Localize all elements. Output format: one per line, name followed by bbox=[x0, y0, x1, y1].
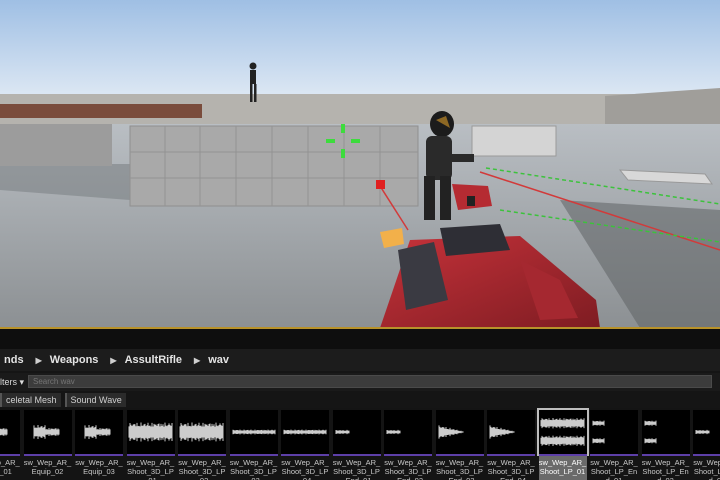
asset-thumbnail bbox=[75, 410, 123, 454]
asset-thumbnail bbox=[281, 410, 329, 454]
sound-wave-asset[interactable]: sw_Wep_AR_Equip_03 bbox=[75, 410, 123, 480]
waveform-icon bbox=[695, 429, 710, 435]
filter-row: lters ▾ bbox=[0, 373, 720, 391]
sound-wave-asset[interactable]: sw_Wep_AR_Equip_02 bbox=[23, 410, 72, 480]
asset-thumbnail bbox=[536, 408, 589, 456]
sound-wave-asset[interactable]: sw_Wep_AR_Shoot_3D_LP_03 bbox=[229, 410, 278, 480]
waveform-icon bbox=[644, 420, 656, 444]
asset-type-bar bbox=[332, 454, 381, 456]
barrier bbox=[471, 125, 557, 157]
toolbar-strip bbox=[0, 329, 720, 349]
asset-thumbnail bbox=[487, 410, 535, 454]
asset-thumbnail bbox=[693, 410, 720, 454]
asset-thumbnail bbox=[23, 410, 72, 454]
waveform-icon bbox=[84, 425, 111, 439]
sound-wave-asset[interactable]: sw_Wep_AR_Shoot_3D_LP_End_01 bbox=[332, 410, 381, 480]
sound-wave-asset[interactable]: sw_Wep_AR_Equip_01 bbox=[0, 410, 20, 480]
left-block bbox=[0, 124, 112, 166]
asset-type-bar bbox=[538, 454, 587, 456]
asset-thumbnail bbox=[384, 410, 432, 454]
asset-thumbnail bbox=[641, 410, 690, 454]
filter-chips: celetal Mesh Sound Wave bbox=[0, 393, 720, 407]
asset-label: sw_Wep_AR_Equip_03 bbox=[75, 458, 123, 476]
sound-wave-asset[interactable]: sw_Wep_AR_Shoot_LP_01 bbox=[536, 408, 589, 480]
asset-thumbnail bbox=[229, 410, 278, 454]
waveform-icon bbox=[232, 429, 275, 435]
sound-wave-asset[interactable]: sw_Wep_AR_Shoot_LP_End_02 bbox=[641, 410, 690, 480]
sound-wave-asset[interactable]: sw_Wep_AR_Shoot_LP_End_01 bbox=[590, 410, 638, 480]
breadcrumb-item[interactable]: AssultRifle bbox=[121, 354, 186, 366]
waveform-icon bbox=[592, 420, 605, 444]
waveform-icon bbox=[0, 428, 8, 436]
breadcrumb-item[interactable]: wav bbox=[204, 354, 233, 366]
asset-type-bar bbox=[693, 454, 720, 456]
sound-wave-asset[interactable]: sw_Wep_AR_Shoot_3D_LP_End_02 bbox=[384, 410, 432, 480]
breadcrumb-separator-icon: ▶ bbox=[35, 355, 42, 365]
asset-thumbnail bbox=[178, 410, 226, 454]
breadcrumb-separator-icon: ▶ bbox=[110, 355, 117, 365]
asset-type-bar bbox=[126, 454, 175, 456]
asset-label: sw_Wep_AR_Equip_02 bbox=[23, 458, 72, 476]
asset-label: sw_Wep_AR_Shoot_LP_End_03 bbox=[693, 458, 720, 480]
waveform-icon bbox=[335, 429, 349, 435]
filter-chip[interactable]: celetal Mesh bbox=[0, 393, 61, 407]
asset-type-bar bbox=[229, 454, 278, 456]
cover-wall bbox=[129, 125, 419, 207]
asset-label: sw_Wep_AR_Shoot_3D_LP_04 bbox=[281, 458, 329, 480]
game-viewport[interactable] bbox=[0, 0, 720, 328]
hit-marker bbox=[376, 180, 385, 189]
sky bbox=[0, 0, 720, 100]
asset-thumbnail bbox=[332, 410, 381, 454]
sound-wave-asset[interactable]: sw_Wep_AR_Shoot_3D_LP_04 bbox=[281, 410, 329, 480]
asset-type-bar bbox=[0, 454, 20, 456]
asset-label: sw_Wep_AR_Shoot_LP_01 bbox=[538, 458, 587, 476]
asset-type-bar bbox=[178, 454, 226, 456]
asset-thumbnail bbox=[435, 410, 484, 454]
asset-type-bar bbox=[75, 454, 123, 456]
asset-label: sw_Wep_AR_Shoot_3D_LP_03 bbox=[229, 458, 278, 480]
asset-label: sw_Wep_AR_Shoot_3D_LP_End_01 bbox=[332, 458, 381, 480]
asset-label: sw_Wep_AR_Shoot_3D_LP_End_02 bbox=[384, 458, 432, 480]
asset-label: sw_Wep_AR_Shoot_LP_End_01 bbox=[590, 458, 638, 480]
asset-type-bar bbox=[281, 454, 329, 456]
waveform-icon bbox=[33, 425, 59, 439]
sound-wave-asset[interactable]: sw_Wep_AR_Shoot_3D_LP_End_03 bbox=[435, 410, 484, 480]
waveform-icon bbox=[386, 429, 401, 435]
waveform-icon bbox=[128, 422, 172, 442]
filters-button[interactable]: lters ▾ bbox=[0, 377, 28, 388]
waveform-icon bbox=[283, 429, 327, 435]
sound-wave-asset[interactable]: sw_Wep_AR_Shoot_3D_LP_End_04 bbox=[487, 410, 535, 480]
sound-wave-asset[interactable]: sw_Wep_AR_Shoot_3D_LP_01 bbox=[126, 410, 175, 480]
asset-thumbnail bbox=[126, 410, 175, 454]
breadcrumb: nds ▶ Weapons ▶ AssultRifle ▶ wav bbox=[0, 349, 720, 371]
railing bbox=[0, 104, 202, 118]
asset-type-bar bbox=[384, 454, 432, 456]
asset-thumbnail bbox=[0, 410, 20, 454]
asset-label: sw_Wep_AR_Equip_01 bbox=[0, 458, 20, 476]
breadcrumb-separator-icon: ▶ bbox=[194, 355, 201, 365]
asset-type-bar bbox=[435, 454, 484, 456]
asset-label: sw_Wep_AR_Shoot_3D_LP_02 bbox=[178, 458, 226, 480]
asset-label: sw_Wep_AR_Shoot_3D_LP_End_03 bbox=[435, 458, 484, 480]
asset-label: sw_Wep_AR_Shoot_3D_LP_01 bbox=[126, 458, 175, 480]
breadcrumb-item[interactable]: nds bbox=[0, 354, 28, 366]
breadcrumb-item[interactable]: Weapons bbox=[46, 354, 103, 366]
asset-thumbnail bbox=[590, 410, 638, 454]
asset-label: sw_Wep_AR_Shoot_LP_End_02 bbox=[641, 458, 690, 480]
sound-wave-asset[interactable]: sw_Wep_AR_Shoot_3D_LP_02 bbox=[178, 410, 226, 480]
asset-grid: sw_Wep_AR_Equip_01sw_Wep_AR_Equip_02sw_W… bbox=[0, 408, 720, 480]
waveform-icon bbox=[489, 425, 515, 439]
asset-type-bar bbox=[590, 454, 638, 456]
asset-type-bar bbox=[23, 454, 72, 456]
search-input[interactable] bbox=[28, 375, 712, 388]
filter-chip[interactable]: Sound Wave bbox=[64, 393, 126, 407]
sound-wave-asset[interactable]: sw_Wep_AR_Shoot_LP_End_03 bbox=[693, 410, 720, 480]
asset-type-bar bbox=[487, 454, 535, 456]
waveform-icon bbox=[438, 425, 463, 439]
asset-label: sw_Wep_AR_Shoot_3D_LP_End_04 bbox=[487, 458, 535, 480]
waveform-icon bbox=[179, 422, 224, 442]
waveform-icon bbox=[540, 417, 584, 447]
asset-type-bar bbox=[641, 454, 690, 456]
